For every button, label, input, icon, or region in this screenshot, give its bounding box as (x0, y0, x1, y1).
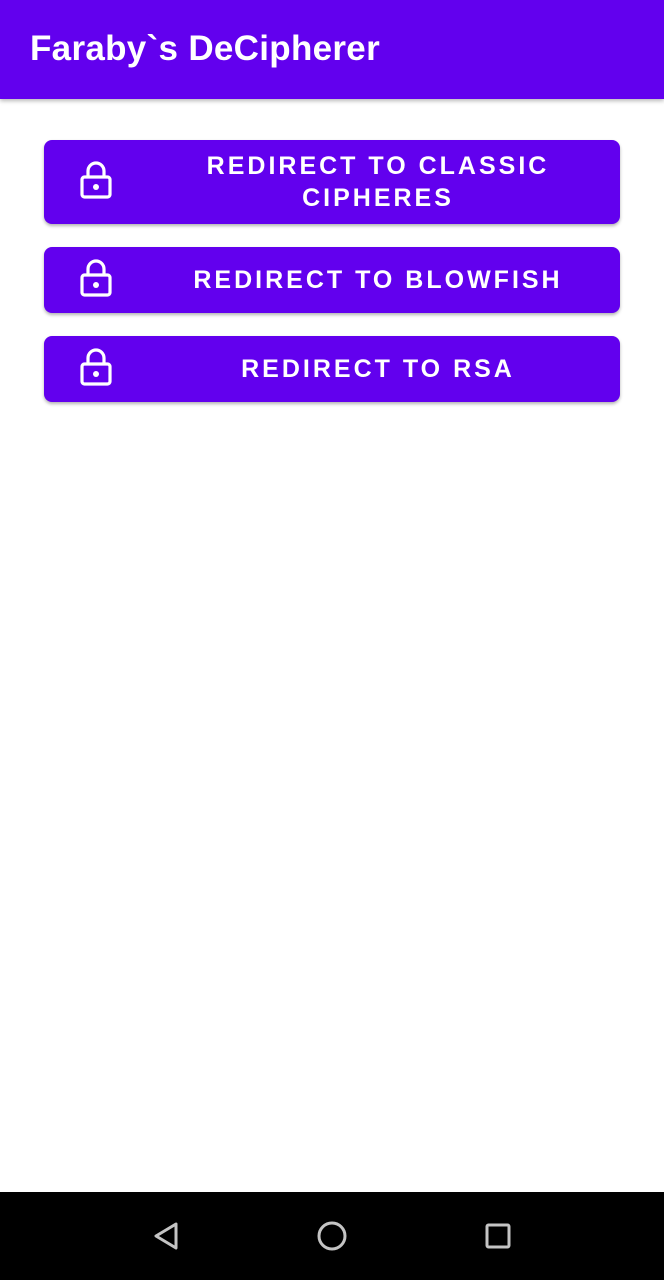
main-content: REDIRECT TO CLASSIC CIPHERES REDIRECT TO… (0, 99, 664, 1192)
home-circle-icon[interactable] (310, 1214, 354, 1258)
blowfish-button[interactable]: REDIRECT TO BLOWFISH (44, 247, 620, 313)
lock-icon (80, 161, 112, 199)
classic-ciphers-button[interactable]: REDIRECT TO CLASSIC CIPHERES (44, 140, 620, 224)
rsa-button[interactable]: REDIRECT TO RSA (44, 336, 620, 402)
system-navigation-bar (0, 1192, 664, 1280)
blowfish-button-label: REDIRECT TO BLOWFISH (193, 266, 563, 294)
lock-icon (80, 348, 112, 386)
app-title: Faraby`s DeCipherer (30, 29, 380, 68)
rsa-button-label: REDIRECT TO RSA (241, 355, 515, 383)
app-bar: Faraby`s DeCipherer (0, 0, 664, 99)
lock-icon (80, 259, 112, 297)
recents-square-icon[interactable] (476, 1214, 520, 1258)
back-triangle-icon[interactable] (144, 1214, 188, 1258)
classic-ciphers-button-label: REDIRECT TO CLASSIC CIPHERES (206, 152, 550, 212)
app-screen: Faraby`s DeCipherer REDIRECT TO CLASSIC … (0, 0, 664, 1280)
